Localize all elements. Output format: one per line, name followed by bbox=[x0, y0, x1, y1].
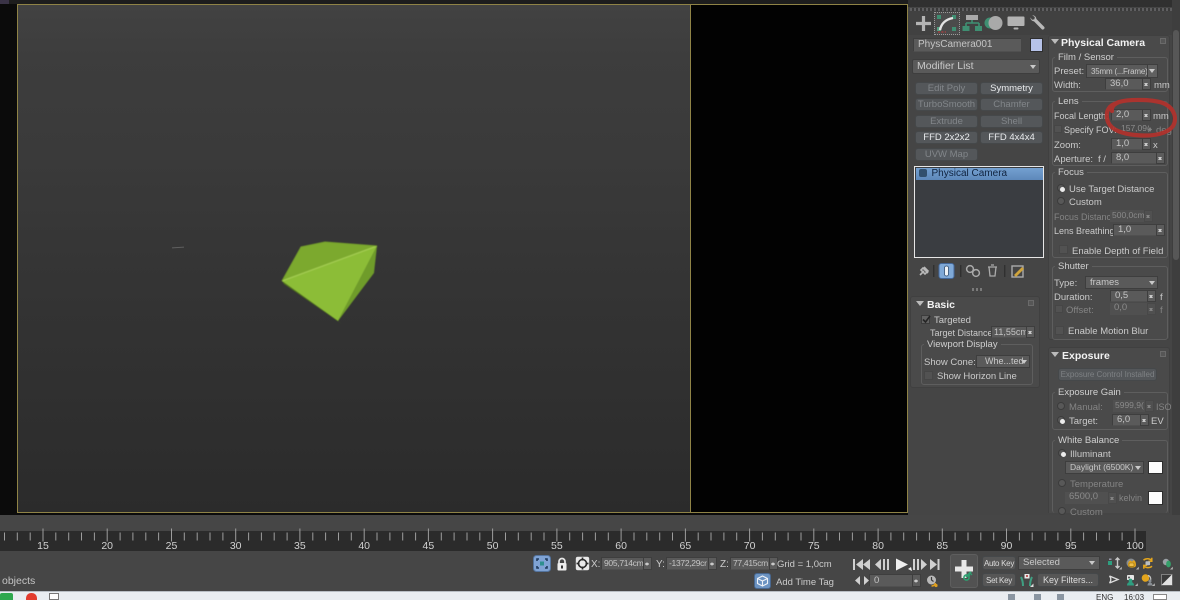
svg-text:55: 55 bbox=[551, 540, 563, 551]
svg-text:20: 20 bbox=[101, 540, 113, 551]
svg-text:30: 30 bbox=[230, 540, 242, 551]
svg-text:15: 15 bbox=[37, 540, 49, 551]
svg-text:75: 75 bbox=[808, 540, 820, 551]
svg-text:95: 95 bbox=[1065, 540, 1077, 551]
svg-text:60: 60 bbox=[615, 540, 627, 551]
svg-text:35: 35 bbox=[294, 540, 306, 551]
svg-text:85: 85 bbox=[936, 540, 948, 551]
svg-text:65: 65 bbox=[680, 540, 692, 551]
svg-text:90: 90 bbox=[1001, 540, 1013, 551]
svg-text:50: 50 bbox=[487, 540, 499, 551]
svg-text:100: 100 bbox=[1126, 540, 1144, 551]
svg-text:40: 40 bbox=[358, 540, 370, 551]
svg-text:45: 45 bbox=[423, 540, 435, 551]
svg-text:70: 70 bbox=[744, 540, 756, 551]
svg-text:80: 80 bbox=[872, 540, 884, 551]
svg-text:25: 25 bbox=[166, 540, 178, 551]
